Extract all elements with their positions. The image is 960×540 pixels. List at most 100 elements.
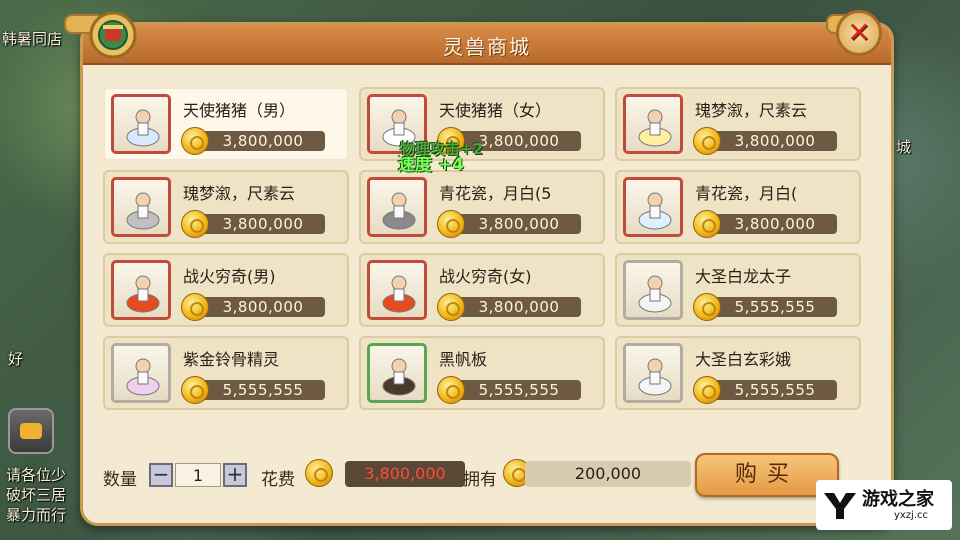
item-name: 瑰梦溆，尺素云 (695, 101, 808, 120)
item-price: 3,800,000 (222, 132, 304, 150)
purchase-bar: 数量 − 1 + 花费 3,800,000 拥有 200,000 购买 (83, 453, 891, 513)
pet-portrait (111, 177, 171, 237)
pet-figure-icon (638, 358, 672, 396)
item-price: 3,800,000 (478, 215, 560, 233)
gold-coin-icon (181, 293, 209, 321)
item-name: 黑帆板 (439, 350, 488, 369)
increase-quantity-button[interactable]: + (223, 463, 247, 487)
item-name: 紫金铃骨精灵 (183, 350, 280, 369)
shop-item-card[interactable]: 天使猪猪（男） 3,800,000 (103, 87, 349, 161)
item-price: 5,555,555 (478, 381, 560, 399)
gold-coin-icon (693, 376, 721, 404)
item-price-bar: 3,800,000 (201, 214, 325, 234)
bg-text-fragment: 好 (8, 350, 24, 368)
shop-item-card[interactable]: 黑帆板 5,555,555 (359, 336, 605, 410)
watermark-url: yxzj.cc (893, 509, 928, 521)
cost-label: 花费 (261, 470, 295, 490)
item-price: 3,800,000 (734, 215, 816, 233)
pet-figure-icon (126, 358, 160, 396)
pet-portrait (367, 177, 427, 237)
gold-coin-icon (693, 210, 721, 238)
pet-portrait (623, 177, 683, 237)
item-name: 大圣白龙太子 (695, 267, 792, 286)
item-grid[interactable]: 天使猪猪（男） 3,800,000 天使猪猪（女） 3,800,000 瑰梦溆，尺素云 3… (103, 87, 865, 443)
item-name: 战火穷奇(女) (439, 267, 532, 286)
pet-portrait (111, 94, 171, 154)
title-bar: 灵兽商城 (83, 25, 891, 65)
item-price: 5,555,555 (734, 381, 816, 399)
item-price: 3,800,000 (734, 132, 816, 150)
pet-portrait (623, 260, 683, 320)
pet-portrait (367, 260, 427, 320)
item-price-bar: 3,800,000 (201, 297, 325, 317)
shop-item-card[interactable]: 青花瓷，月白(5 3,800,000 (359, 170, 605, 244)
pet-portrait (367, 343, 427, 403)
item-price-bar: 5,555,555 (713, 297, 837, 317)
decrease-quantity-button[interactable]: − (149, 463, 173, 487)
item-price-bar: 3,800,000 (713, 214, 837, 234)
item-price: 5,555,555 (734, 298, 816, 316)
quantity-field[interactable]: 1 (175, 463, 221, 487)
gold-coin-icon (437, 376, 465, 404)
bg-city-label: 城 (896, 138, 912, 156)
shop-item-card[interactable]: 战火穷奇(男) 3,800,000 (103, 253, 349, 327)
shop-title: 灵兽商城 (443, 35, 531, 59)
pet-figure-icon (126, 109, 160, 147)
item-price-bar: 5,555,555 (457, 380, 581, 400)
shop-item-card[interactable]: 战火穷奇(女) 3,800,000 (359, 253, 605, 327)
item-name: 大圣白玄彩娥 (695, 350, 792, 369)
item-name: 青花瓷，月白(5 (439, 184, 552, 203)
shop-item-card[interactable]: 大圣白龙太子 5,555,555 (615, 253, 861, 327)
shop-item-card[interactable]: 大圣白玄彩娥 5,555,555 (615, 336, 861, 410)
floating-ghost-text: 物理攻击+2 (400, 140, 484, 158)
gold-coin-icon (181, 127, 209, 155)
item-price-bar: 5,555,555 (713, 380, 837, 400)
chat-icon[interactable] (8, 408, 54, 454)
cost-value-box: 3,800,000 (345, 461, 465, 487)
item-name: 战火穷奇(男) (183, 267, 276, 286)
bg-notice-line-2: 破坏三居 (6, 486, 67, 504)
pet-portrait (623, 343, 683, 403)
pet-shop-panel: 灵兽商城 天使猪猪（男） 3,800,000 天使猪猪（女） 3,800,000 瑰梦溆… (80, 22, 894, 526)
owned-label: 拥有 (463, 470, 497, 490)
shop-item-card[interactable]: 瑰梦溆，尺素云 3,800,000 (103, 170, 349, 244)
item-name: 青花瓷，月白( (695, 184, 798, 203)
bg-notice-line-1: 请各位少 (6, 466, 67, 484)
item-price-bar: 5,555,555 (201, 380, 325, 400)
pet-figure-icon (638, 192, 672, 230)
quantity-label: 数量 (103, 470, 137, 490)
item-price: 5,555,555 (222, 381, 304, 399)
item-name: 瑰梦溆，尺素云 (183, 184, 296, 203)
gold-coin-icon (181, 376, 209, 404)
pet-figure-icon (126, 192, 160, 230)
cost-value: 3,800,000 (364, 464, 446, 483)
gold-coin-icon (437, 293, 465, 321)
pet-figure-icon (638, 109, 672, 147)
gold-coin-icon (693, 293, 721, 321)
item-price-bar: 3,800,000 (457, 297, 581, 317)
gold-coin-icon (437, 210, 465, 238)
shop-item-card[interactable]: 瑰梦溆，尺素云 3,800,000 (615, 87, 861, 161)
pet-portrait (111, 260, 171, 320)
watermark-brand: 游戏之家 (862, 488, 934, 510)
shop-emblem-icon (89, 11, 137, 59)
pet-figure-icon (382, 192, 416, 230)
item-name: 天使猪猪（男） (183, 101, 296, 120)
pet-figure-icon (382, 358, 416, 396)
gold-coin-icon (305, 459, 333, 487)
pet-portrait (111, 343, 171, 403)
close-button[interactable]: ✕ (836, 10, 882, 56)
owned-value-box: 200,000 (525, 461, 691, 487)
shop-item-card[interactable]: 紫金铃骨精灵 5,555,555 (103, 336, 349, 410)
item-price: 3,800,000 (222, 298, 304, 316)
gold-coin-icon (693, 127, 721, 155)
floating-stat-text: 物理攻击+2 速度 +4 (398, 140, 483, 175)
pet-figure-icon (382, 275, 416, 313)
shop-item-card[interactable]: 青花瓷，月白( 3,800,000 (615, 170, 861, 244)
item-price-bar: 3,800,000 (713, 131, 837, 151)
item-name: 天使猪猪（女） (439, 101, 552, 120)
item-price: 3,800,000 (222, 215, 304, 233)
yxzj-logo-icon (824, 493, 856, 519)
site-watermark: 游戏之家 yxzj.cc (816, 480, 952, 530)
owned-value: 200,000 (574, 464, 642, 483)
